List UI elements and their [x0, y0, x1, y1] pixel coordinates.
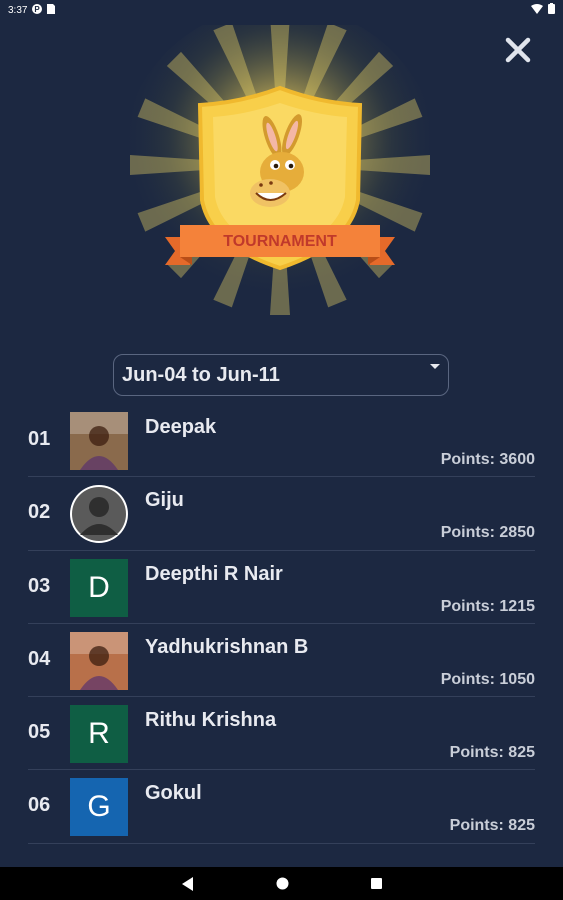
sim-card-icon: [47, 3, 56, 17]
player-points: Points: 1050: [440, 670, 535, 688]
status-bar: 3:37 P: [0, 0, 563, 20]
leaderboard-row[interactable]: 05 R Rithu Krishna Points: 825: [0, 697, 563, 771]
back-button[interactable]: [181, 876, 194, 891]
row-divider: [28, 842, 535, 844]
rank-number: 01: [28, 428, 51, 450]
date-range-value: Jun-04 to Jun-11: [122, 363, 280, 386]
player-name: Rithu Krishna: [145, 709, 277, 732]
close-button[interactable]: [500, 32, 536, 68]
back-triangle-icon: [181, 876, 193, 891]
player-name: Yadhukrishnan B: [145, 635, 309, 658]
avatar-initial: D: [70, 558, 128, 617]
player-points: Points: 825: [449, 817, 535, 835]
rank-number: 06: [28, 794, 51, 817]
leaderboard-row[interactable]: 02 Giju Points: 2850: [0, 477, 563, 551]
player-points: Points: 1215: [440, 597, 535, 615]
leaderboard-row[interactable]: 01 Deepak Points: 3600: [0, 404, 563, 478]
close-icon: [505, 37, 531, 63]
recents-button[interactable]: [370, 878, 382, 889]
rank-number: 03: [28, 574, 51, 597]
navigation-bar: [0, 867, 563, 900]
avatar-initial: G: [70, 778, 128, 837]
home-circle-icon: [276, 877, 288, 890]
play-icon: P: [32, 3, 43, 17]
default-avatar-icon: [70, 485, 128, 544]
player-name: Gokul: [145, 782, 202, 805]
player-points: Points: 3600: [440, 451, 535, 468]
rank-number: 05: [28, 721, 51, 744]
home-button[interactable]: [276, 877, 289, 890]
leaderboard-list: 01 Deepak Points: 3600 02 Giju Points: 2850 03…: [0, 404, 563, 866]
avatar-photo: [70, 412, 128, 470]
player-name: Deepak: [145, 416, 217, 438]
status-time: 3:37: [8, 4, 28, 16]
avatar-photo: [70, 631, 128, 690]
wifi-icon: [531, 3, 543, 17]
avatar-initial: R: [70, 705, 128, 764]
status-right: [531, 3, 555, 17]
battery-icon: [548, 3, 555, 17]
player-points: Points: 825: [449, 744, 535, 762]
rank-number: 04: [28, 647, 51, 670]
recents-square-icon: [370, 878, 382, 889]
status-left: 3:37 P: [8, 3, 56, 17]
chevron-down-icon: [430, 364, 440, 369]
player-points: Points: 2850: [440, 524, 535, 542]
player-name: Giju: [145, 489, 184, 512]
leaderboard-row[interactable]: 03 D Deepthi R Nair Points: 1215: [0, 551, 563, 624]
rank-number: 02: [28, 501, 51, 524]
tournament-label: TOURNAMENT: [223, 233, 337, 250]
leaderboard-row[interactable]: 06 G Gokul Points: 825: [0, 770, 563, 844]
tournament-banner: TOURNAMENT: [110, 5, 450, 355]
player-name: Deepthi R Nair: [145, 562, 283, 585]
leaderboard-row[interactable]: 04 Yadhukrishnan B Points: 1050: [0, 624, 563, 698]
date-range-select[interactable]: Jun-04 to Jun-11: [113, 354, 449, 396]
svg-text:P: P: [35, 5, 41, 14]
